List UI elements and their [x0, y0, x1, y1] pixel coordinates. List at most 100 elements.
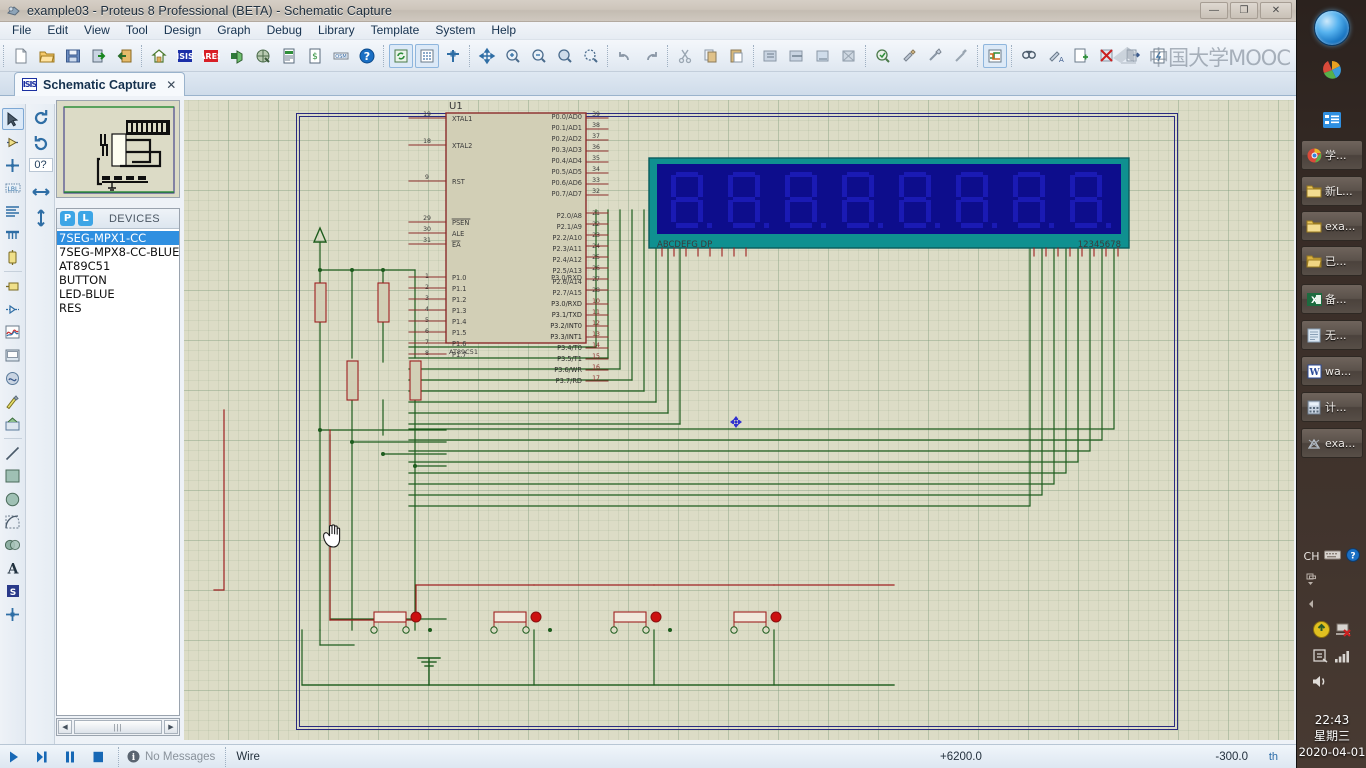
device-list-item[interactable]: RES [57, 301, 179, 315]
device-list-item[interactable]: LED-BLUE [57, 287, 179, 301]
bus-mode-icon[interactable] [2, 223, 24, 245]
wire-label-mode-icon[interactable]: LBL [2, 177, 24, 199]
paste-icon[interactable] [725, 44, 749, 68]
cut-icon[interactable] [673, 44, 697, 68]
device-list-item[interactable]: AT89C51 [57, 259, 179, 273]
media-player-icon[interactable] [1320, 58, 1344, 82]
device-list-item[interactable]: 7SEG-MPX1-CC [57, 231, 179, 245]
rotation-value-field[interactable]: 0? [28, 158, 53, 172]
block-copy-icon[interactable] [759, 44, 783, 68]
graph-mode-icon[interactable] [2, 321, 24, 343]
devices-horizontal-scrollbar[interactable]: ◀ ||| ▶ [56, 718, 180, 736]
pan-icon[interactable] [475, 44, 499, 68]
search-tag-icon[interactable] [1017, 44, 1041, 68]
arc-tool-icon[interactable] [2, 511, 24, 533]
mirror-vertical-icon[interactable] [29, 206, 53, 230]
text-tool-icon[interactable]: A [2, 557, 24, 579]
decompose-icon[interactable] [949, 44, 973, 68]
path-tool-icon[interactable] [2, 534, 24, 556]
expand-tray-icon[interactable] [1305, 573, 1318, 592]
menu-view[interactable]: View [76, 22, 118, 39]
windows-start-orb[interactable] [1314, 10, 1350, 46]
junction-dot-mode-icon[interactable] [2, 154, 24, 176]
taskbar-item-notepad[interactable]: 无... [1301, 320, 1363, 350]
mirror-horizontal-icon[interactable] [29, 180, 53, 204]
network-disconnected-icon[interactable] [1335, 622, 1352, 640]
toggle-grid-icon[interactable] [415, 43, 439, 68]
ime-indicator[interactable]: CH [1304, 550, 1320, 563]
taskbar-item-folder-1[interactable]: 新L... [1301, 176, 1363, 206]
device-list-item[interactable]: BUTTON [57, 273, 179, 287]
show-hidden-icons-arrow[interactable] [1306, 598, 1316, 613]
signal-bars-icon[interactable] [1334, 649, 1351, 666]
tape-recorder-mode-icon[interactable] [2, 344, 24, 366]
menu-system[interactable]: System [427, 22, 483, 39]
refresh-icon[interactable] [389, 43, 413, 68]
taskbar-clock[interactable]: 22:43 星期三 2020-04-01 [1297, 712, 1366, 760]
copy-icon[interactable] [699, 44, 723, 68]
osm-icon[interactable]: OSM [329, 44, 353, 68]
zoom-area-icon[interactable] [553, 44, 577, 68]
close-button[interactable]: ✕ [1260, 2, 1292, 19]
security-icon[interactable] [1313, 648, 1329, 667]
export-icon[interactable] [113, 44, 137, 68]
taskbar-item-proteus[interactable]: exa... [1301, 428, 1363, 458]
text-script-mode-icon[interactable] [2, 200, 24, 222]
box-tool-icon[interactable] [2, 465, 24, 487]
pick-from-libraries-button[interactable]: P [60, 211, 75, 226]
scroll-left-arrow-icon[interactable]: ◀ [58, 720, 72, 734]
generator-mode-icon[interactable] [2, 367, 24, 389]
new-sheet-icon[interactable] [1069, 44, 1093, 68]
save-project-icon[interactable] [61, 44, 85, 68]
pause-simulation-button[interactable] [59, 747, 81, 767]
device-pins-mode-icon[interactable] [2, 298, 24, 320]
menu-edit[interactable]: Edit [39, 22, 76, 39]
menu-template[interactable]: Template [363, 22, 428, 39]
zoom-in-icon[interactable] [501, 44, 525, 68]
tab-schematic-capture[interactable]: ISIS Schematic Capture ✕ [14, 72, 186, 96]
block-move-icon[interactable] [785, 44, 809, 68]
voltage-probe-mode-icon[interactable] [2, 390, 24, 412]
selection-mode-icon[interactable] [1, 108, 24, 130]
isis-schematic-icon[interactable]: ISIS [173, 44, 197, 68]
help-circle-icon[interactable]: ? [1346, 548, 1361, 565]
menu-help[interactable]: Help [483, 22, 524, 39]
device-list-item[interactable]: 7SEG-MPX8-CC-BLUE [57, 245, 179, 259]
import-icon[interactable] [87, 44, 111, 68]
message-area[interactable]: i No Messages [118, 746, 215, 767]
line-tool-icon[interactable] [2, 442, 24, 464]
tab-close-icon[interactable]: ✕ [166, 78, 176, 92]
open-project-icon[interactable] [35, 44, 59, 68]
component-mode-icon[interactable] [2, 131, 24, 153]
zoom-sheet-icon[interactable] [579, 44, 603, 68]
menu-debug[interactable]: Debug [259, 22, 310, 39]
scroll-right-arrow-icon[interactable]: ▶ [164, 720, 178, 734]
3d-viewer-icon[interactable] [225, 44, 249, 68]
bom-report-icon[interactable] [277, 44, 301, 68]
block-rotate-icon[interactable] [811, 44, 835, 68]
undo-icon[interactable] [613, 44, 637, 68]
show-desktop-icon[interactable] [1320, 108, 1344, 132]
zoom-out-icon[interactable] [527, 44, 551, 68]
menu-graph[interactable]: Graph [209, 22, 258, 39]
minimize-button[interactable]: — [1200, 2, 1228, 19]
run-simulation-button[interactable] [3, 747, 25, 767]
rotate-counterclockwise-icon[interactable] [29, 132, 53, 156]
home-icon[interactable] [147, 44, 171, 68]
library-manager-button[interactable]: L [78, 211, 93, 226]
scrollbar-thumb[interactable]: ||| [74, 720, 162, 734]
billing-icon[interactable]: $ [303, 44, 327, 68]
schematic-preview-pane[interactable] [56, 100, 180, 198]
menu-library[interactable]: Library [310, 22, 363, 39]
menu-tool[interactable]: Tool [118, 22, 156, 39]
property-assignment-icon[interactable]: A [1043, 44, 1067, 68]
maximize-button[interactable]: ❐ [1230, 2, 1258, 19]
taskbar-item-folder-2[interactable]: exa... [1301, 211, 1363, 241]
keyboard-icon[interactable] [1324, 550, 1342, 564]
volume-icon[interactable] [1312, 674, 1329, 692]
help-icon[interactable]: ? [355, 44, 379, 68]
stop-simulation-button[interactable] [87, 747, 109, 767]
menu-design[interactable]: Design [156, 22, 209, 39]
make-device-icon[interactable] [897, 44, 921, 68]
origin-icon[interactable] [441, 44, 465, 68]
